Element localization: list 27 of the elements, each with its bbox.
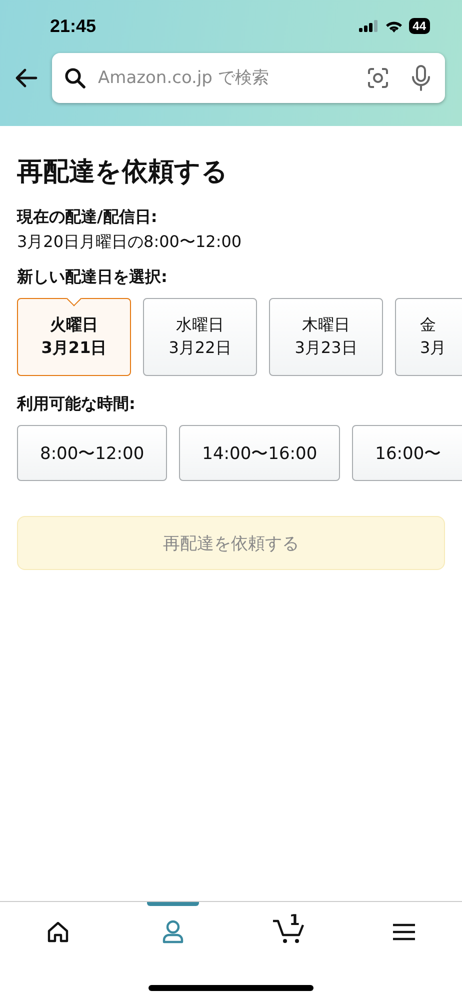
microphone-icon[interactable] — [411, 65, 431, 91]
date-select-label: 新しい配達日を選択: — [17, 267, 168, 288]
date-option[interactable]: 火曜日 3月21日 — [17, 298, 131, 376]
time-option[interactable]: 16:00〜 — [352, 425, 462, 481]
camera-scan-icon[interactable] — [367, 67, 389, 89]
date-option[interactable]: 木曜日 3月23日 — [269, 298, 383, 376]
current-delivery-label: 現在の配達/配信日: — [17, 207, 158, 228]
search-icon — [64, 67, 86, 89]
time-option[interactable]: 14:00〜16:00 — [179, 425, 340, 481]
menu-icon — [393, 923, 416, 941]
status-time: 21:45 — [50, 16, 96, 36]
date-option[interactable]: 水曜日 3月22日 — [143, 298, 257, 376]
cart-tab[interactable]: 1 — [231, 902, 346, 962]
wifi-icon — [384, 20, 403, 32]
person-icon — [162, 920, 184, 944]
back-arrow-icon[interactable] — [14, 68, 38, 88]
page-title: 再配達を依頼する — [17, 156, 229, 189]
time-option[interactable]: 8:00〜12:00 — [17, 425, 168, 481]
battery-indicator: 44 — [408, 18, 430, 34]
home-icon — [46, 921, 70, 943]
cart-count: 1 — [289, 911, 300, 929]
date-option[interactable]: 金 3月 — [395, 298, 462, 376]
search-bar[interactable]: Amazon.co.jp で検索 — [52, 53, 445, 103]
current-delivery-value: 3月20日月曜日の8:00〜12:00 — [17, 232, 243, 253]
time-select-label: 利用可能な時間: — [17, 394, 136, 415]
signal-icon — [358, 20, 379, 32]
search-field[interactable]: Amazon.co.jp で検索 — [96, 67, 357, 89]
